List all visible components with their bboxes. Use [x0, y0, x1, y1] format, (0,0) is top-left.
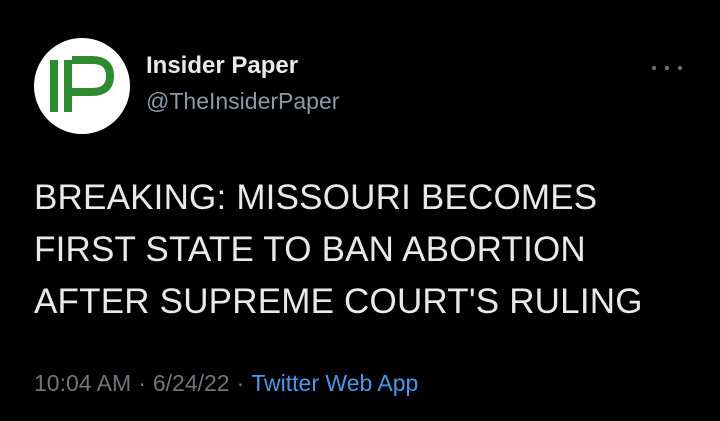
user-handle[interactable]: @TheInsiderPaper [146, 88, 339, 115]
insider-paper-logo-icon [36, 40, 128, 132]
avatar[interactable] [34, 38, 130, 134]
dot-icon [652, 66, 656, 70]
dot-icon [678, 66, 682, 70]
tweet-card: Insider Paper @TheInsiderPaper BREAKING:… [0, 0, 720, 421]
dot-icon [665, 66, 669, 70]
tweet-time[interactable]: 10:04 AM [34, 370, 131, 396]
tweet-meta: 10:04 AM · 6/24/22 · Twitter Web App [34, 370, 418, 397]
display-name[interactable]: Insider Paper [146, 52, 298, 80]
more-options-icon[interactable] [652, 60, 682, 76]
tweet-text: BREAKING: MISSOURI BECOMES FIRST STATE T… [34, 178, 643, 321]
meta-separator: · [138, 370, 146, 396]
meta-separator: · [236, 370, 245, 396]
tweet-source-link[interactable]: Twitter Web App [251, 370, 418, 396]
tweet-date[interactable]: 6/24/22 [153, 370, 230, 396]
